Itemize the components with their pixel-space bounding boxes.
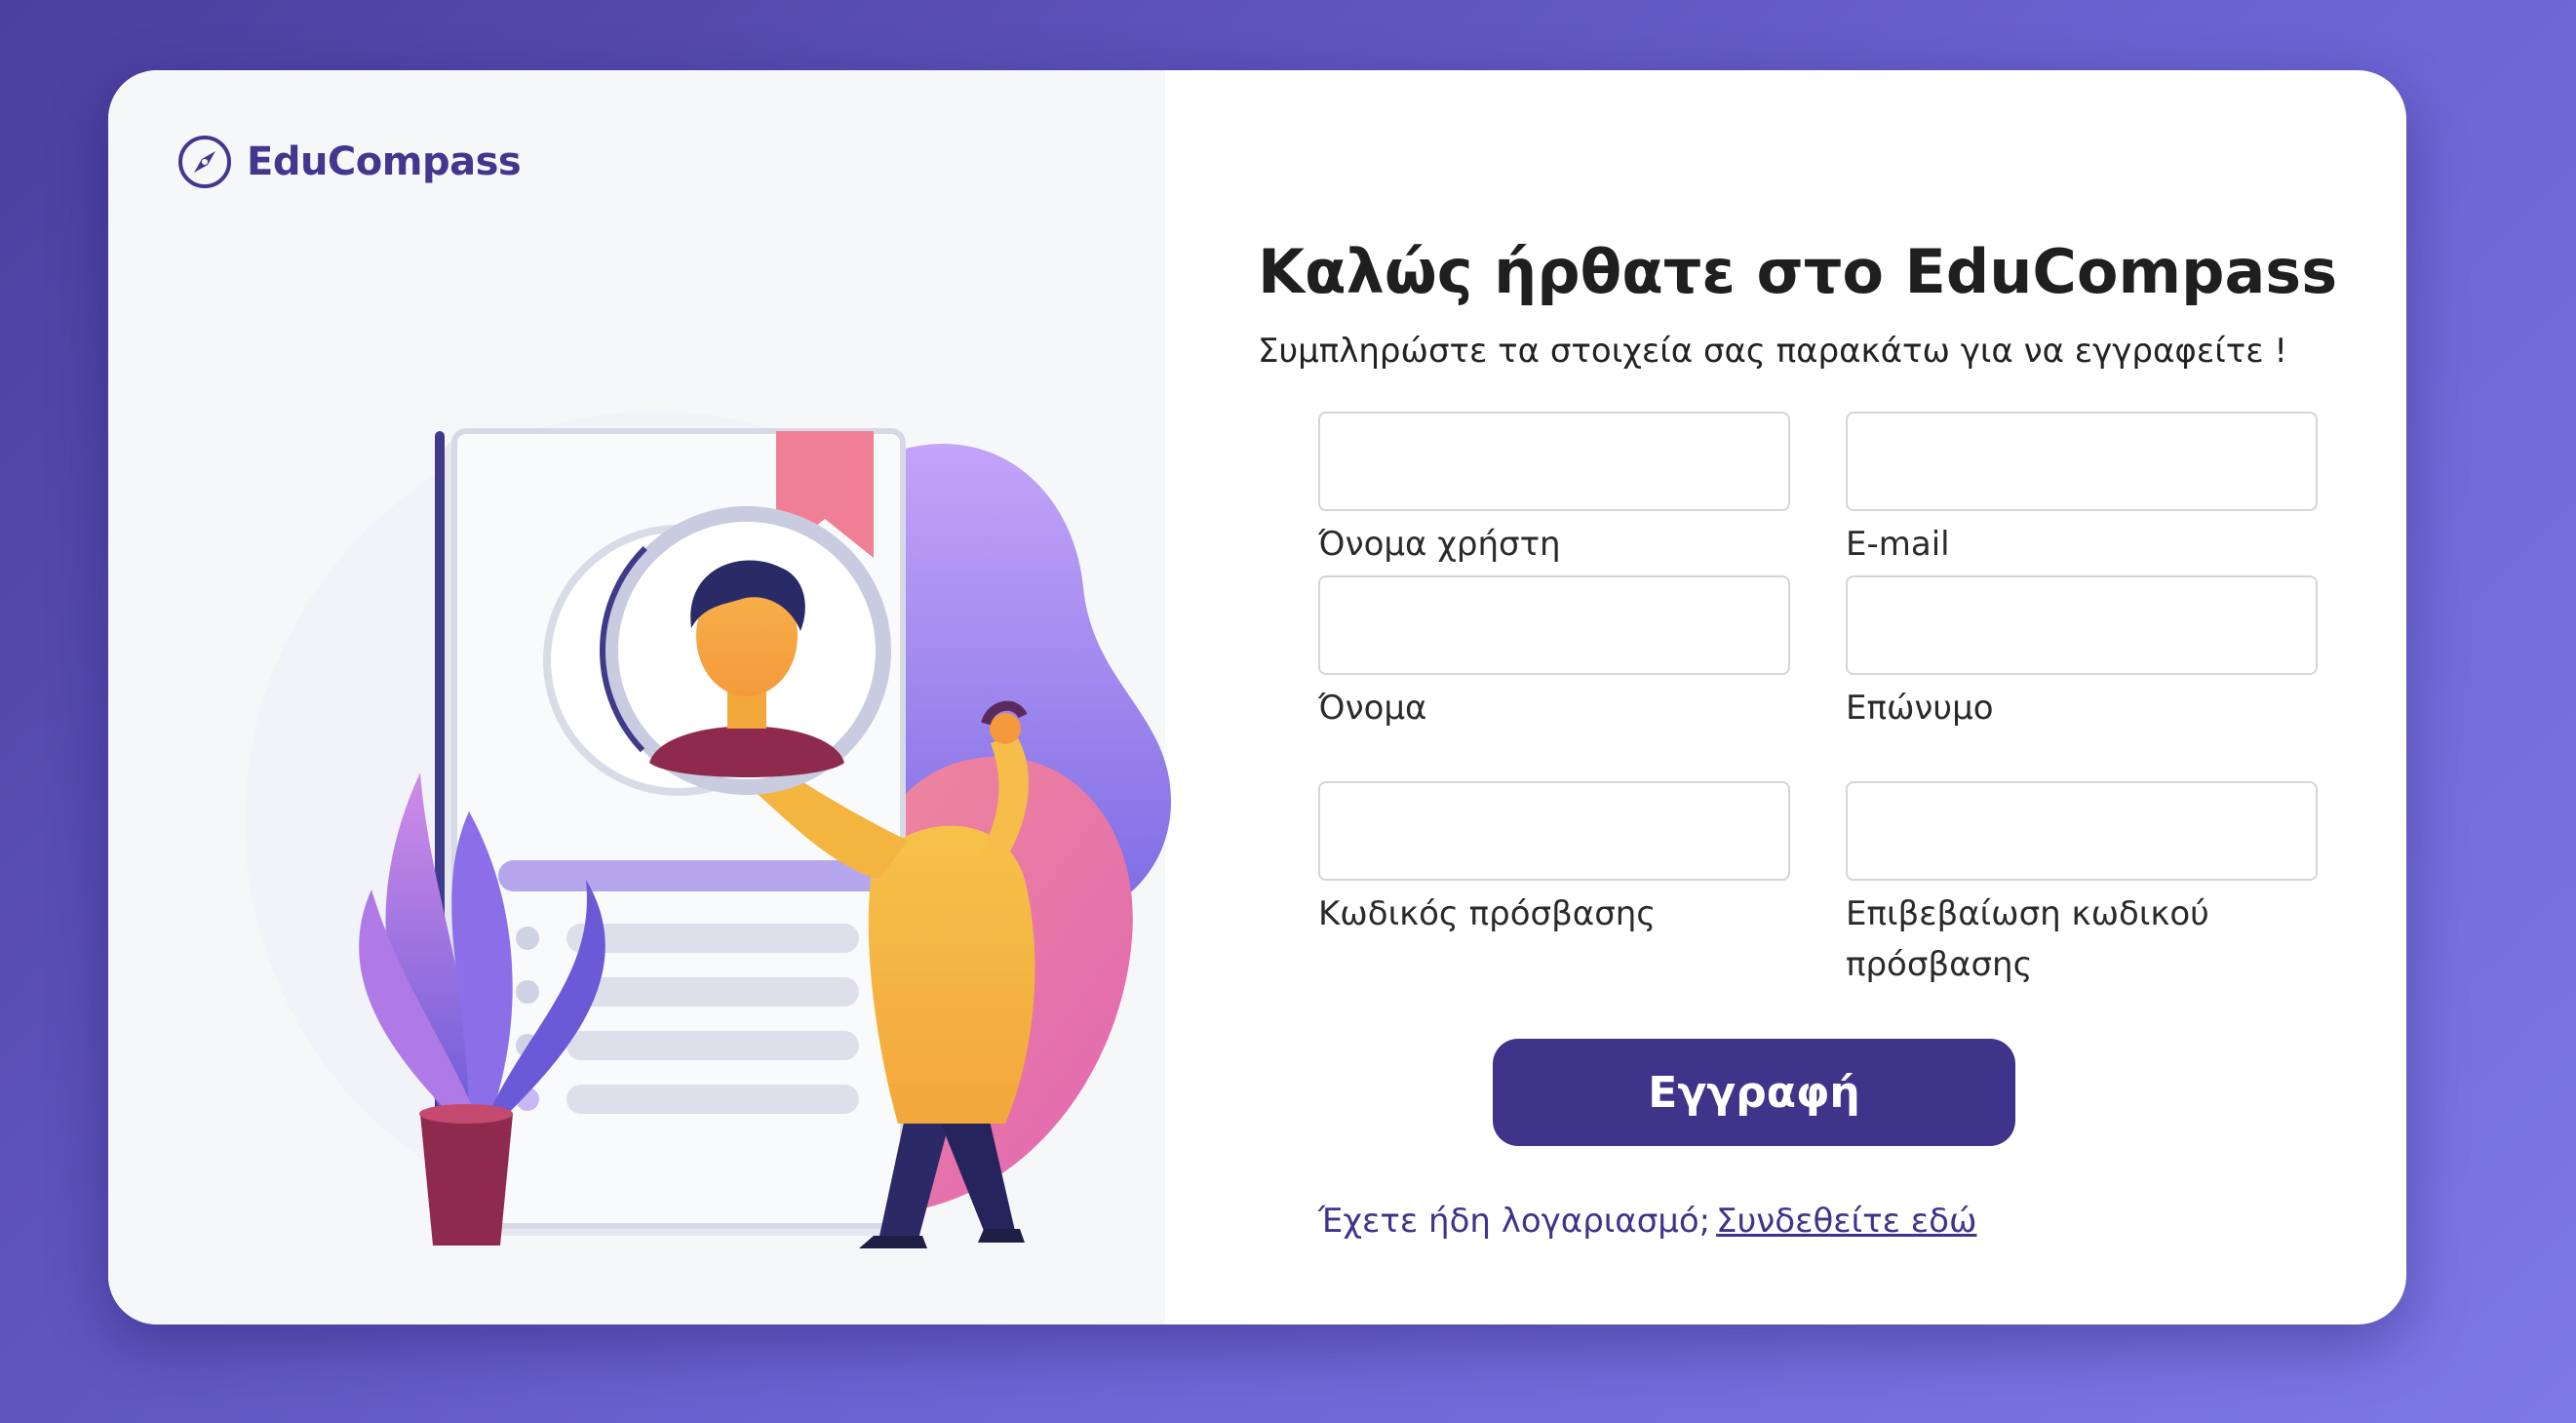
email-input[interactable] — [1846, 412, 2318, 511]
brand-name: EduCompass — [247, 139, 522, 184]
email-label: E-mail — [1846, 525, 1950, 564]
first-name-group: Όνομα — [1318, 575, 1794, 733]
password-input[interactable] — [1318, 781, 1790, 881]
password-group: Κωδικός πρόσβασης — [1318, 781, 1794, 939]
password-label: Κωδικός πρόσβασης — [1318, 894, 1657, 933]
last-name-label: Επώνυμο — [1846, 689, 1994, 728]
login-prompt-text: Έχετε ήδη λογαριασμό; — [1318, 1202, 1711, 1241]
illustration-panel: EduCompass — [108, 70, 1171, 1324]
password-confirm-input[interactable] — [1846, 781, 2318, 881]
first-name-input[interactable] — [1318, 575, 1790, 675]
login-prompt: Έχετε ήδη λογαριασμό; Συνδεθείτε εδώ — [1318, 1202, 1976, 1241]
first-name-label: Όνομα — [1318, 689, 1427, 728]
password-confirm-label: Επιβεβαίωση κωδικού πρόσβασης — [1846, 894, 2209, 984]
register-button[interactable]: Εγγραφή — [1493, 1039, 2015, 1146]
login-link[interactable]: Συνδεθείτε εδώ — [1716, 1202, 1976, 1241]
email-group: E-mail — [1846, 412, 2322, 570]
user-profile-illustration — [245, 412, 1171, 1248]
username-input[interactable] — [1318, 412, 1790, 511]
password-confirm-group: Επιβεβαίωση κωδικού πρόσβασης — [1846, 781, 2322, 990]
last-name-group: Επώνυμο — [1846, 575, 2322, 733]
username-label: Όνομα χρήστη — [1318, 525, 1561, 564]
signup-card: EduCompass Καλώς ήρθατε στο EduCompass Σ… — [108, 70, 2406, 1324]
brand-logo[interactable]: EduCompass — [176, 134, 522, 190]
form-panel: Καλώς ήρθατε στο EduCompass Συμπληρώστε … — [1165, 70, 2406, 1324]
page-subtitle: Συμπληρώστε τα στοιχεία σας παρακάτω για… — [1258, 332, 2288, 371]
page-title: Καλώς ήρθατε στο EduCompass — [1258, 236, 2338, 307]
username-group: Όνομα χρήστη — [1318, 412, 1794, 570]
last-name-input[interactable] — [1846, 575, 2318, 675]
compass-icon — [178, 136, 231, 188]
